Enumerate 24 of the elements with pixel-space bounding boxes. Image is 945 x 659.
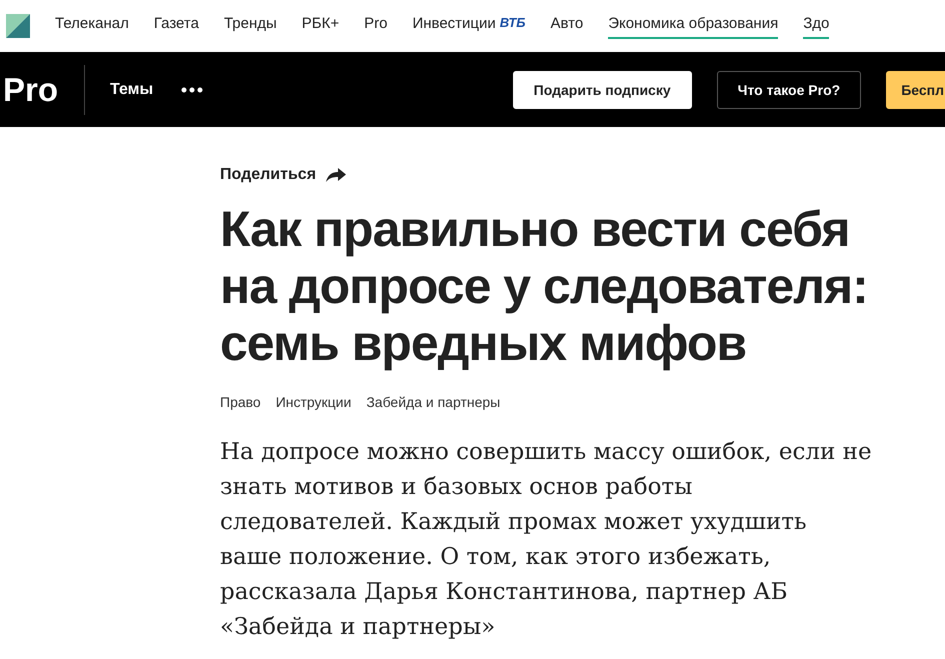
header-button[interactable]: Беспл (886, 71, 945, 109)
nav-link[interactable]: Авто (550, 12, 584, 40)
tag-link[interactable]: Инструкции (276, 392, 352, 413)
topics-link[interactable]: Темы (110, 78, 154, 102)
nav-link[interactable]: РБК+ (302, 12, 340, 40)
header-button[interactable]: Подарить подписку (512, 71, 692, 109)
partner-logo: ВТБ (500, 14, 526, 32)
share-icon (326, 167, 346, 183)
nav-link[interactable]: Тренды (224, 12, 277, 40)
nav-link[interactable]: Экономика образования (608, 12, 778, 40)
nav-link[interactable]: Телеканал (55, 12, 129, 40)
logo-icon[interactable] (6, 14, 30, 38)
nav-link[interactable]: Газета (154, 12, 199, 40)
tag-link[interactable]: Право (220, 392, 261, 413)
nav-link[interactable]: Инвестиции (412, 12, 496, 40)
tag-link[interactable]: Забейда и партнеры (366, 392, 500, 413)
nav-link[interactable]: Здо (803, 12, 830, 40)
nav-link[interactable]: Pro (364, 12, 388, 40)
article-lead: На допросе можно совершить массу ошибок, если не знать мотивов и базовых основ работы следователей. Каждый промах может ухудшить ваше положение. О том, как этого избежать, рассказала Дарья Константинова, партнер АБ «Забейда и партнеры» (220, 438, 873, 642)
article-title: Как правильно вести себя на допросе у следователя: семь вредных мифов (220, 201, 869, 372)
more-icon[interactable] (181, 87, 204, 93)
header-button[interactable]: Что такое Pro? (716, 71, 862, 109)
pro-logo[interactable]: Pro (3, 65, 58, 115)
share-button[interactable]: Поделиться (220, 163, 346, 187)
